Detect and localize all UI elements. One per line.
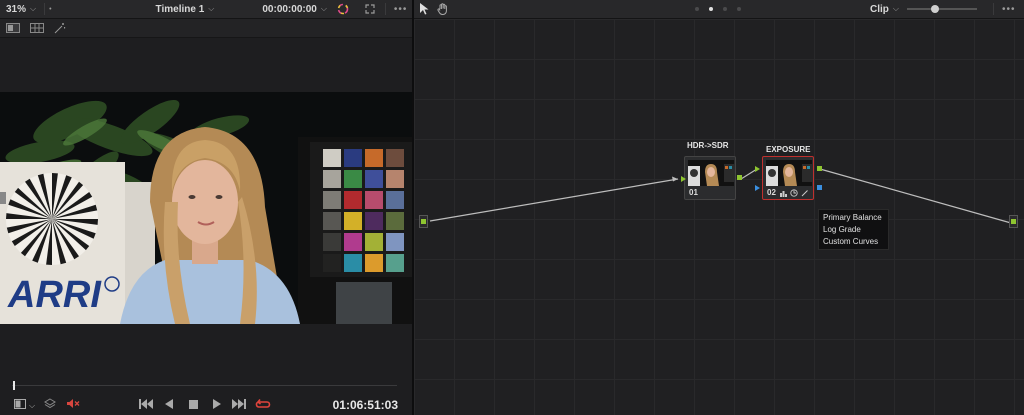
node-key-output-port[interactable] bbox=[817, 185, 822, 190]
playhead[interactable] bbox=[13, 381, 15, 390]
chevron-down-icon[interactable]: ⌵ bbox=[29, 398, 35, 414]
more-options-icon[interactable]: ••• bbox=[394, 4, 408, 15]
magic-wand-icon[interactable] bbox=[54, 22, 66, 34]
loop-icon[interactable] bbox=[255, 398, 271, 415]
output-port[interactable] bbox=[1009, 215, 1018, 228]
skip-to-start-icon[interactable] bbox=[139, 398, 153, 414]
video-frame: ARRI bbox=[0, 92, 412, 324]
node-label: HDR->SDR bbox=[687, 141, 729, 150]
arri-logo-text: ARRI bbox=[7, 274, 102, 316]
node-thumbnail bbox=[688, 160, 734, 186]
mute-icon[interactable] bbox=[66, 398, 80, 414]
port-dot bbox=[421, 219, 426, 224]
viewer-toolbar: 31% ⌵ • Timeline 1 ⌵ 00:00:00:00 ⌵ ••• bbox=[0, 0, 412, 19]
node-input-port[interactable] bbox=[681, 176, 686, 182]
node-editor-panel: Clip ⌵ ••• HDR->SDR 01 EXPOSURE 02 Prima… bbox=[414, 0, 1024, 415]
node-connections bbox=[429, 168, 1012, 224]
timecode-readout: 01:06:51:03 bbox=[332, 398, 398, 412]
layers-icon[interactable] bbox=[44, 398, 56, 414]
node-number: 01 bbox=[689, 188, 698, 197]
edit-icon bbox=[801, 190, 808, 197]
node-tool-icons bbox=[780, 189, 809, 197]
node-key-input-port[interactable] bbox=[755, 185, 760, 191]
curves-icon bbox=[780, 190, 787, 197]
divider bbox=[384, 3, 386, 15]
tooltip-item: Custom Curves bbox=[823, 237, 879, 246]
viewer-subtoolbar bbox=[0, 19, 412, 38]
play-icon[interactable] bbox=[213, 398, 221, 414]
tooltip-item: Log Grade bbox=[823, 225, 861, 234]
node-input-port[interactable] bbox=[755, 166, 760, 172]
timeline-name[interactable]: Timeline 1 bbox=[156, 4, 205, 15]
chevron-down-icon[interactable]: ⌵ bbox=[208, 4, 214, 14]
node-label: EXPOSURE bbox=[766, 145, 811, 154]
divider bbox=[44, 3, 46, 15]
scrub-track[interactable] bbox=[12, 385, 397, 386]
timecode-display[interactable]: 00:00:00:00 bbox=[262, 4, 316, 15]
node-thumbnail bbox=[766, 160, 812, 186]
chevron-down-icon[interactable]: ⌵ bbox=[321, 4, 327, 14]
node-output-port[interactable] bbox=[817, 166, 822, 171]
play-reverse-icon[interactable] bbox=[165, 398, 173, 414]
input-port[interactable] bbox=[419, 215, 428, 228]
node-output-port[interactable] bbox=[737, 175, 742, 180]
chevron-down-icon[interactable]: ⌵ bbox=[30, 4, 36, 14]
split-view-icon[interactable] bbox=[6, 23, 20, 33]
color-wheel-icon[interactable] bbox=[337, 3, 349, 15]
node-tools-tooltip: Primary Balance Log Grade Custom Curves bbox=[818, 209, 889, 250]
skip-to-end-icon[interactable] bbox=[232, 398, 246, 414]
node-02[interactable]: 02 bbox=[762, 156, 814, 200]
stop-icon[interactable] bbox=[189, 398, 198, 414]
zoom-level[interactable]: 31% bbox=[6, 4, 26, 15]
tooltip-item: Primary Balance bbox=[823, 213, 882, 222]
port-dot bbox=[1011, 219, 1016, 224]
balance-icon bbox=[790, 189, 798, 197]
gallery-icon[interactable] bbox=[30, 23, 44, 33]
node-number: 02 bbox=[767, 188, 776, 197]
fullscreen-icon[interactable] bbox=[365, 4, 375, 14]
node-01[interactable]: 01 bbox=[684, 156, 736, 200]
transport-bar: ⌵ 01:06:51:03 bbox=[0, 375, 412, 415]
dot-icon: • bbox=[49, 5, 52, 13]
viewer-mode-icon[interactable] bbox=[14, 398, 26, 414]
viewer-panel: 31% ⌵ • Timeline 1 ⌵ 00:00:00:00 ⌵ ••• A… bbox=[0, 0, 412, 415]
